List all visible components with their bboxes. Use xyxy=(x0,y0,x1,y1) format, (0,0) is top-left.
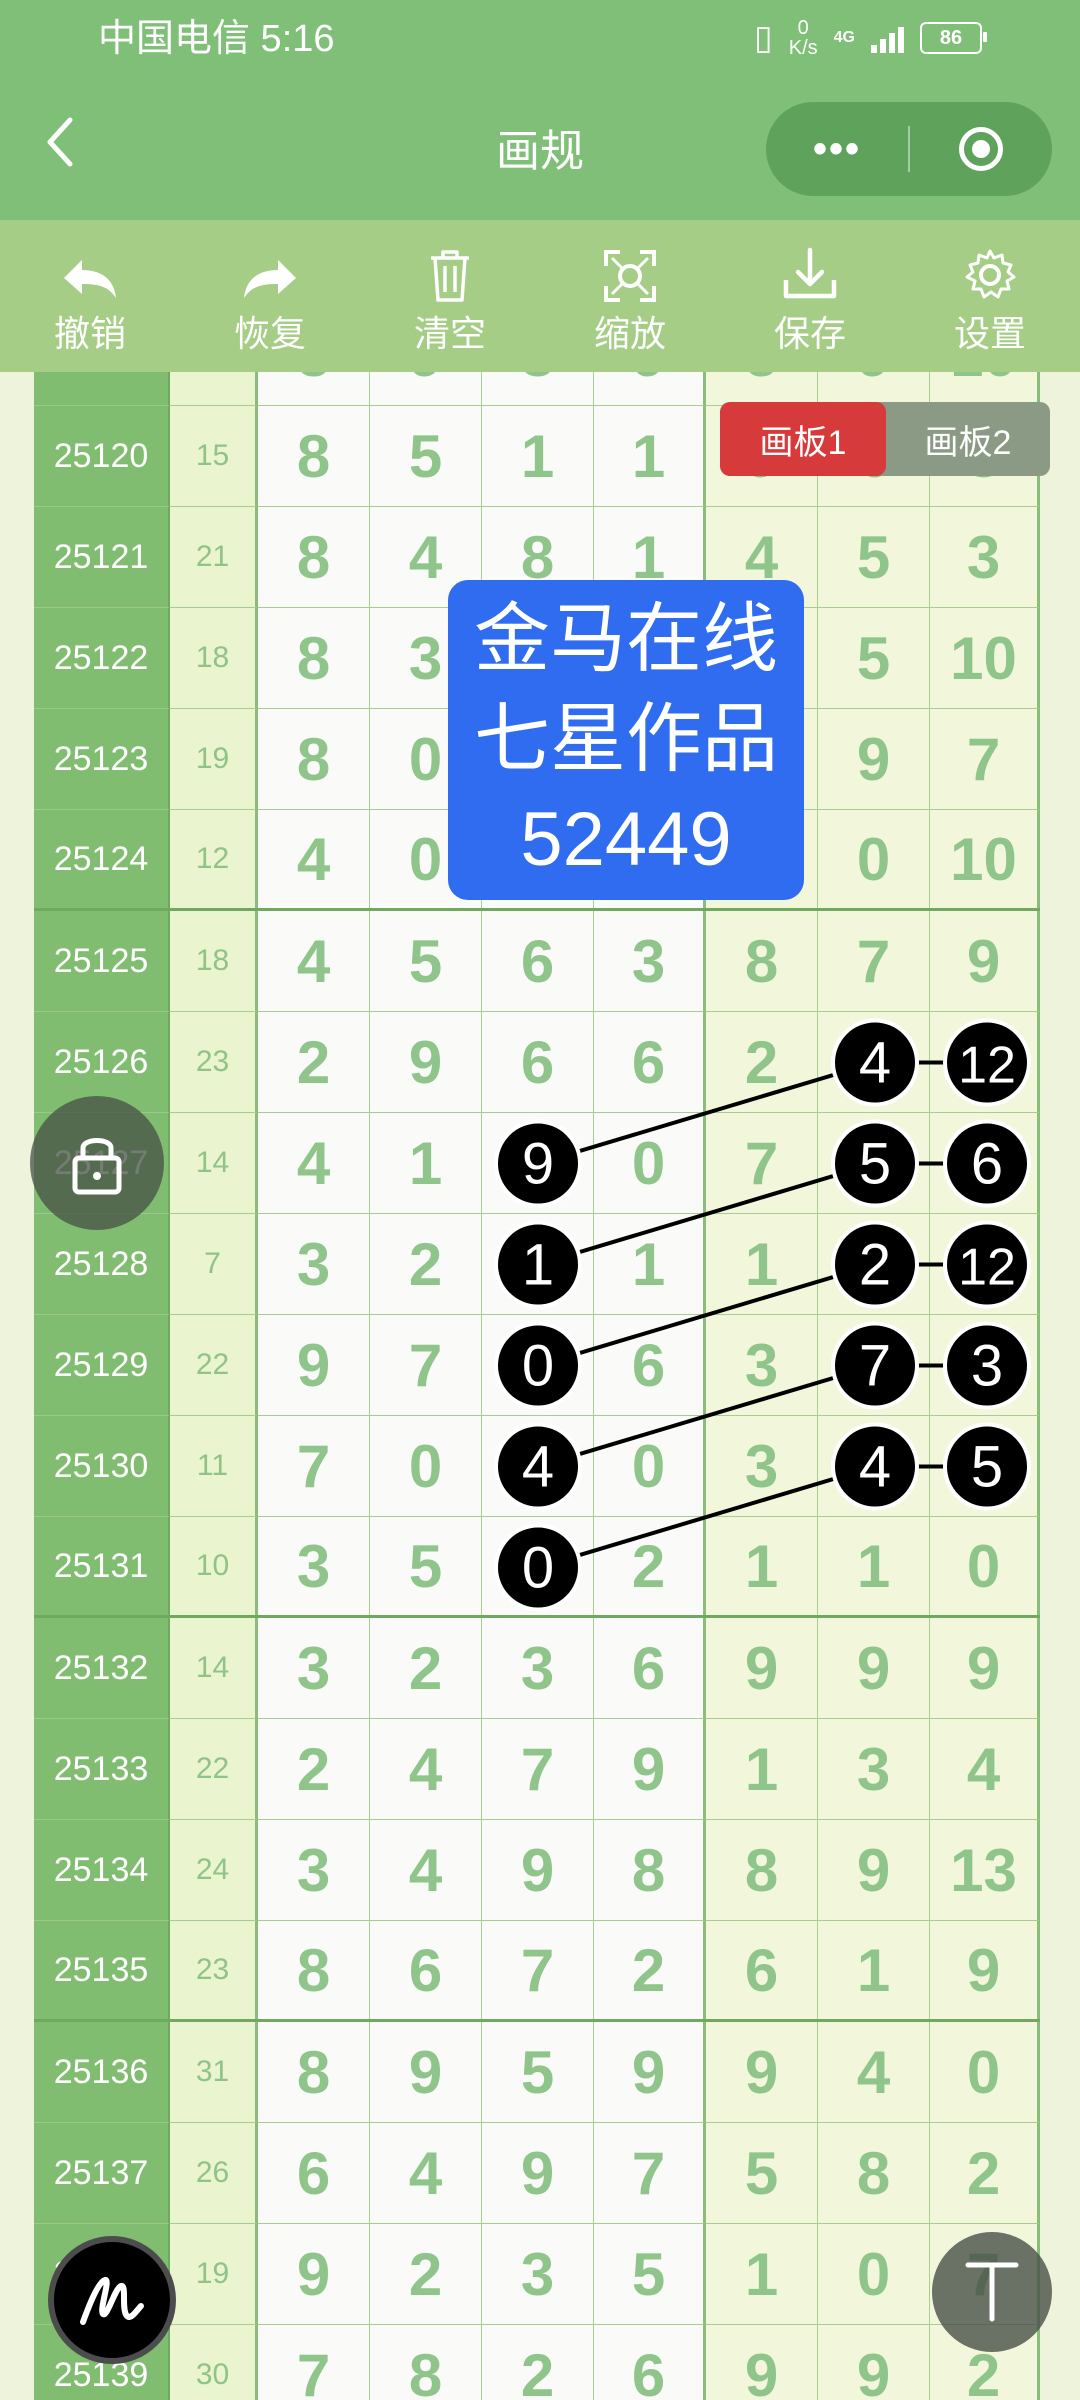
circled-mark: 0 xyxy=(494,1321,582,1410)
circled-mark-value: 2 xyxy=(859,1233,891,1298)
connector-line xyxy=(537,1363,876,1469)
lock-button[interactable] xyxy=(30,1096,164,1230)
circled-mark-value: 4 xyxy=(522,1435,554,1500)
circled-mark-value: 7 xyxy=(859,1334,891,1399)
circled-mark: 2 xyxy=(831,1220,919,1309)
circled-mark: 12 xyxy=(943,1018,1031,1107)
connector-line xyxy=(537,1464,876,1570)
drawing-overlay: 9 1 0 4 0 4 5 2 7 4 12 6 12 3 5 xyxy=(494,1018,1031,1612)
watermark-box: 金马在线 七星作品 52449 xyxy=(448,580,804,900)
circled-mark-value: 5 xyxy=(971,1435,1003,1500)
pen-scribble-icon xyxy=(80,2276,144,2325)
circled-mark: 4 xyxy=(831,1422,919,1511)
connector-line xyxy=(537,1161,876,1267)
circled-mark-value: 4 xyxy=(859,1435,891,1500)
board-tabs: 画板1 画板2 xyxy=(720,402,1050,476)
circled-mark: 7 xyxy=(831,1321,919,1410)
watermark-line-1: 金马在线 xyxy=(474,597,778,682)
lock-icon xyxy=(72,1138,122,1195)
circled-mark: 4 xyxy=(831,1018,919,1107)
tab-board-2[interactable]: 画板2 xyxy=(886,402,1050,476)
watermark-line-2: 七星作品 xyxy=(474,697,778,782)
circled-mark-value: 6 xyxy=(971,1132,1003,1197)
circled-mark: 12 xyxy=(943,1220,1031,1309)
circled-mark-value: 4 xyxy=(859,1031,891,1096)
circled-mark-value: 12 xyxy=(958,1037,1016,1095)
scroll-top-button[interactable] xyxy=(932,2232,1052,2352)
circled-mark: 5 xyxy=(831,1119,919,1208)
draw-mode-button[interactable] xyxy=(48,2236,176,2364)
circled-mark: 0 xyxy=(494,1523,582,1612)
circled-mark-value: 1 xyxy=(522,1233,554,1298)
watermark-line-3: 52449 xyxy=(520,797,732,882)
circled-mark-value: 3 xyxy=(971,1334,1003,1399)
circled-mark-value: 0 xyxy=(522,1334,554,1399)
connector-line xyxy=(537,1060,876,1166)
tab-board-1[interactable]: 画板1 xyxy=(720,402,886,476)
circled-mark: 5 xyxy=(943,1422,1031,1511)
connector-line xyxy=(537,1262,876,1368)
circled-mark: 1 xyxy=(494,1220,582,1309)
circled-mark: 3 xyxy=(943,1321,1031,1410)
circled-mark-value: 12 xyxy=(958,1239,1016,1297)
circled-mark: 6 xyxy=(943,1119,1031,1208)
circled-mark-value: 9 xyxy=(522,1132,554,1197)
circled-mark-value: 5 xyxy=(859,1132,891,1197)
circled-mark-value: 0 xyxy=(522,1536,554,1601)
circled-mark: 9 xyxy=(494,1119,582,1208)
circled-mark: 4 xyxy=(494,1422,582,1511)
scroll-top-icon xyxy=(965,2262,1019,2322)
